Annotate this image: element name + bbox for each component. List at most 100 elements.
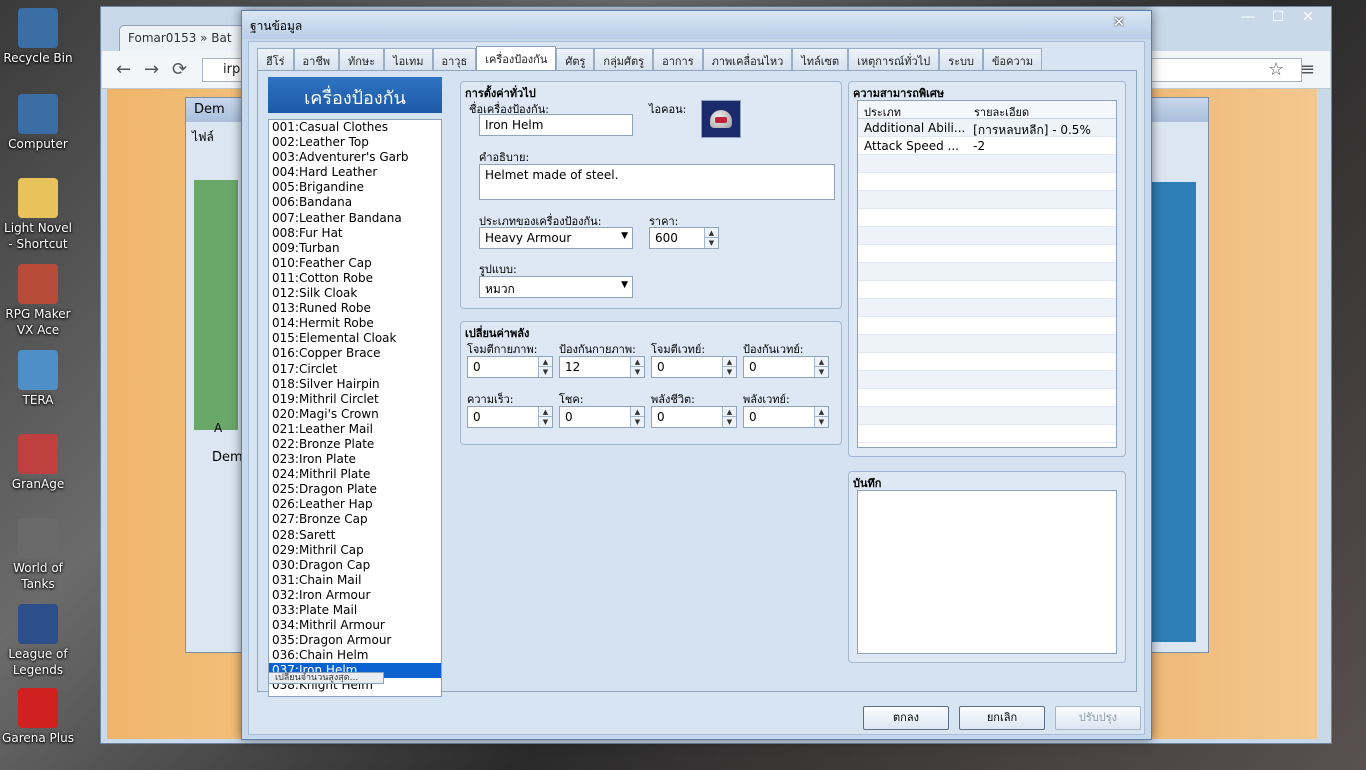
- list-item[interactable]: 009:Turban: [269, 241, 441, 256]
- tab-8[interactable]: อาการ: [653, 48, 703, 70]
- table-row[interactable]: [858, 335, 1116, 353]
- spin-up-icon[interactable]: ▲: [630, 357, 644, 367]
- table-row[interactable]: [858, 425, 1116, 443]
- list-item[interactable]: 013:Runed Robe: [269, 301, 441, 316]
- price-spinner[interactable]: 600 ▲ ▼: [649, 227, 719, 249]
- list-item[interactable]: 034:Mithril Armour: [269, 618, 441, 633]
- rpgmaker-menu-file[interactable]: ไฟล์: [192, 128, 214, 147]
- list-item[interactable]: 035:Dragon Armour: [269, 633, 441, 648]
- menu-icon[interactable]: ≡: [1300, 59, 1315, 80]
- list-item[interactable]: 029:Mithril Cap: [269, 543, 441, 558]
- description-input[interactable]: Helmet made of steel.: [479, 164, 835, 200]
- maximize-button[interactable]: ☐: [1263, 9, 1293, 25]
- spin-down-icon[interactable]: ▼: [538, 367, 552, 377]
- list-item[interactable]: 020:Magi's Crown: [269, 407, 441, 422]
- desktop-icon[interactable]: Computer: [0, 94, 76, 152]
- param-spinner[interactable]: 0 ▲ ▼: [467, 356, 553, 378]
- param-spinner[interactable]: 0 ▲ ▼: [743, 406, 829, 428]
- param-spinner[interactable]: 0 ▲ ▼: [743, 356, 829, 378]
- icon-picker[interactable]: [701, 100, 741, 138]
- desktop-icon[interactable]: TERA: [0, 350, 76, 408]
- param-spinner[interactable]: 0 ▲ ▼: [651, 406, 737, 428]
- table-row[interactable]: [858, 155, 1116, 173]
- table-row[interactable]: [858, 245, 1116, 263]
- tileset-tab-a[interactable]: A: [214, 421, 222, 435]
- table-row[interactable]: [858, 353, 1116, 371]
- table-row[interactable]: [858, 209, 1116, 227]
- list-item[interactable]: 024:Mithril Plate: [269, 467, 441, 482]
- tab-4[interactable]: อาวุธ: [432, 48, 477, 70]
- list-item[interactable]: 007:Leather Bandana: [269, 211, 441, 226]
- list-item[interactable]: 019:Mithril Circlet: [269, 392, 441, 407]
- table-row[interactable]: [858, 263, 1116, 281]
- slot-select[interactable]: หมวก ▼: [479, 276, 633, 298]
- list-item[interactable]: 036:Chain Helm: [269, 648, 441, 663]
- param-spinner[interactable]: 0 ▲ ▼: [651, 356, 737, 378]
- table-row[interactable]: [858, 371, 1116, 389]
- desktop-icon[interactable]: Garena Plus: [0, 688, 76, 746]
- table-row[interactable]: [858, 281, 1116, 299]
- list-item[interactable]: 010:Feather Cap: [269, 256, 441, 271]
- spin-down-icon[interactable]: ▼: [630, 417, 644, 427]
- tab-11[interactable]: เหตุการณ์ทั่วไป: [848, 48, 940, 70]
- tab-5[interactable]: เครื่องป้องกัน: [476, 46, 557, 70]
- tab-13[interactable]: ข้อความ: [982, 48, 1043, 70]
- spin-down-icon[interactable]: ▼: [722, 367, 736, 377]
- dialog-close-button[interactable]: ✕: [1101, 13, 1137, 33]
- cancel-button[interactable]: ยกเลิก: [959, 706, 1045, 730]
- list-item[interactable]: 002:Leather Top: [269, 135, 441, 150]
- spin-up-icon[interactable]: ▲: [538, 407, 552, 417]
- list-item[interactable]: 027:Bronze Cap: [269, 512, 441, 527]
- param-spinner[interactable]: 0 ▲ ▼: [559, 406, 645, 428]
- spin-down-icon[interactable]: ▼: [538, 417, 552, 427]
- list-item[interactable]: 017:Circlet: [269, 362, 441, 377]
- list-item[interactable]: 021:Leather Mail: [269, 422, 441, 437]
- list-item[interactable]: 004:Hard Leather: [269, 165, 441, 180]
- desktop-icon[interactable]: Light Novel - Shortcut: [0, 178, 76, 252]
- desktop-icon[interactable]: World of Tanks: [0, 518, 76, 592]
- table-row[interactable]: Attack Speed ... -2: [858, 137, 1116, 155]
- armour-list[interactable]: 001:Casual Clothes 002:Leather Top 003:Adv…: [268, 119, 442, 697]
- list-item[interactable]: 015:Elemental Cloak: [269, 331, 441, 346]
- minimize-button[interactable]: —: [1233, 9, 1263, 25]
- list-item[interactable]: 008:Fur Hat: [269, 226, 441, 241]
- name-input[interactable]: Iron Helm: [479, 114, 633, 136]
- tab-6[interactable]: ศัตรู: [556, 48, 595, 70]
- list-item[interactable]: 003:Adventurer's Garb: [269, 150, 441, 165]
- list-item[interactable]: 023:Iron Plate: [269, 452, 441, 467]
- table-row[interactable]: [858, 227, 1116, 245]
- desktop-icon[interactable]: GranAge: [0, 434, 76, 492]
- spin-up-icon[interactable]: ▲: [814, 357, 828, 367]
- list-item[interactable]: 026:Leather Hap: [269, 497, 441, 512]
- apply-button[interactable]: ปรับปรุง: [1055, 706, 1141, 730]
- spin-up-icon[interactable]: ▲: [722, 407, 736, 417]
- tab-1[interactable]: อาชีพ: [293, 48, 340, 70]
- reload-icon[interactable]: ⟳: [172, 59, 187, 80]
- spin-up-icon[interactable]: ▲: [814, 407, 828, 417]
- map-tree-item[interactable]: Dem: [212, 450, 243, 465]
- list-item[interactable]: 016:Copper Brace: [269, 346, 441, 361]
- spin-down-icon[interactable]: ▼: [722, 417, 736, 427]
- list-item[interactable]: 011:Cotton Robe: [269, 271, 441, 286]
- tab-12[interactable]: ระบบ: [939, 48, 983, 70]
- table-row[interactable]: [858, 173, 1116, 191]
- param-spinner[interactable]: 0 ▲ ▼: [467, 406, 553, 428]
- spin-up-icon[interactable]: ▲: [538, 357, 552, 367]
- list-item[interactable]: 028:Sarett: [269, 528, 441, 543]
- back-icon[interactable]: ←: [116, 59, 131, 80]
- tileset-palette[interactable]: [194, 180, 238, 430]
- armour-type-select[interactable]: Heavy Armour ▼: [479, 227, 633, 249]
- table-row[interactable]: [858, 299, 1116, 317]
- spin-down-icon[interactable]: ▼: [814, 417, 828, 427]
- desktop-icon[interactable]: RPG Maker VX Ace: [0, 264, 76, 338]
- list-item[interactable]: 006:Bandana: [269, 195, 441, 210]
- list-item[interactable]: 033:Plate Mail: [269, 603, 441, 618]
- notes-textarea[interactable]: [857, 490, 1117, 654]
- spin-down-icon[interactable]: ▼: [814, 367, 828, 377]
- spin-up-icon[interactable]: ▲: [704, 228, 718, 238]
- table-row[interactable]: [858, 389, 1116, 407]
- close-button[interactable]: ✕: [1293, 9, 1323, 25]
- tab-7[interactable]: กลุ่มศัตรู: [594, 48, 654, 70]
- ok-button[interactable]: ตกลง: [863, 706, 949, 730]
- list-item[interactable]: 012:Silk Cloak: [269, 286, 441, 301]
